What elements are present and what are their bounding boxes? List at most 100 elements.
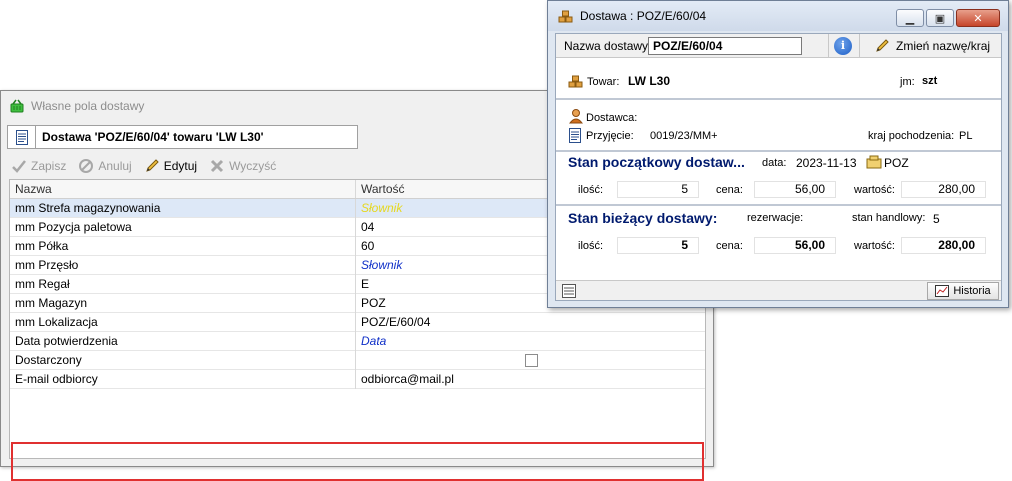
unit-label: jm: [900,76,915,88]
value-label: wartość: [854,240,895,252]
minimize-button[interactable]: ▁ [896,9,924,27]
window-title: Dostawa : POZ/E/60/04 [580,9,707,23]
minimize-icon: ▁ [905,12,915,25]
clear-button[interactable]: Wyczyść [209,158,276,174]
clear-x-icon [211,159,224,173]
divider [556,98,1001,100]
maximize-button[interactable]: ▣ [926,9,954,27]
row-name: mm Półka [10,236,356,256]
value-label: wartość: [854,184,895,196]
row-name: mm Regał [10,274,356,294]
initial-state-title: Stan początkowy dostaw... [568,154,745,170]
close-button[interactable]: ✕ [956,9,1000,27]
current-value-field: 280,00 [901,237,986,254]
initial-price-field: 56,00 [754,181,836,198]
close-icon: ✕ [973,12,983,25]
cancel-icon [79,159,94,173]
table-row[interactable]: mm Lokalizacja POZ/E/60/04 [10,312,705,332]
maximize-icon: ▣ [934,12,946,25]
delivery-titlebar: Dostawa : POZ/E/60/04 ▁ ▣ ✕ [548,1,1008,31]
window-footer: Historia [556,280,1001,300]
rename-button[interactable]: Zmień nazwę/kraj [874,38,990,54]
trade-stock-label: stan handlowy: [852,212,926,224]
chart-icon [935,285,950,297]
delivery-name-row: Nazwa dostawy: POZ/E/60/04 i Zmień nazwę… [556,34,1001,58]
row-name: Data potwierdzenia [10,331,356,351]
bricks-icon [558,10,573,23]
row-name: mm Przęsło [10,255,356,275]
product-value: LW L30 [628,74,671,88]
trade-stock-value: 5 [933,212,940,226]
delivery-header: Dostawa 'POZ/E/60/04' towaru 'LW L30' [7,125,358,149]
window-title: Własne pola dostawy [31,99,145,113]
current-price-field: 56,00 [754,237,836,254]
origin-country-label: kraj pochodzenia: [868,130,955,142]
price-label: cena: [716,240,743,252]
table-row[interactable]: E-mail odbiorcy odbiorca@mail.pl [10,369,705,389]
delivery-name-field[interactable]: POZ/E/60/04 [648,37,802,55]
check-icon [12,160,26,173]
divider [828,34,829,58]
row-name: mm Strefa magazynowania [10,198,356,218]
column-header-name[interactable]: Nazwa [10,180,356,198]
product-label: Towar: [587,76,620,88]
row-name: mm Magazyn [10,293,356,313]
row-value[interactable]: POZ/E/60/04 [356,313,705,332]
receipt-label: Przyjęcie: [586,130,634,142]
delivery-name-label: Nazwa dostawy: [564,39,652,53]
cancel-button[interactable]: Anuluj [78,158,132,174]
basket-icon [10,99,24,113]
divider [556,204,1001,206]
row-name: mm Pozycja paletowa [10,217,356,237]
save-button[interactable]: Zapisz [11,158,66,174]
date-label: data: [762,157,787,169]
price-label: cena: [716,184,743,196]
date-value[interactable]: 2023-11-13 [792,156,861,170]
cancel-label: Anuluj [98,159,132,173]
divider [859,34,860,58]
table-row[interactable]: Data potwierdzenia Data [10,331,705,351]
quantity-label: ilość: [578,184,604,196]
warehouse-icon [866,155,882,169]
supplier-label: Dostawca: [586,112,638,124]
window-controls: ▁ ▣ ✕ [896,9,1000,27]
origin-country-value: PL [959,130,973,142]
row-value[interactable]: odbiorca@mail.pl [356,370,705,389]
reservations-label: rezerwacje: [747,212,804,224]
warehouse-value: POZ [884,156,909,170]
highlight-box [11,442,704,481]
history-button[interactable]: Historia [927,282,999,300]
row-value-checkbox-cell [356,351,705,370]
quantity-label: ilość: [578,240,604,252]
table-row[interactable]: Dostarczony [10,350,705,370]
pencil-icon [876,39,889,52]
bricks-icon [568,75,583,88]
document-icon [569,128,581,143]
current-quantity-field: 5 [617,237,699,254]
delivery-header-text: Dostawa 'POZ/E/60/04' towaru 'LW L30' [42,130,264,144]
divider [556,150,1001,152]
unit-value: szt [922,75,938,87]
document-icon [8,126,36,148]
info-icon[interactable]: i [834,37,852,55]
delivery-window: Dostawa : POZ/E/60/04 ▁ ▣ ✕ Nazwa dostaw… [547,0,1009,308]
notes-icon[interactable] [562,284,576,298]
edit-button[interactable]: Edytuj [144,158,197,174]
history-label: Historia [953,285,991,297]
rename-label: Zmień nazwę/kraj [896,39,991,53]
row-name: E-mail odbiorcy [10,369,356,389]
delivered-checkbox[interactable] [525,353,538,367]
current-state-title: Stan bieżący dostawy: [568,210,718,226]
row-value[interactable]: Data [356,332,705,351]
pencil-icon [145,159,159,172]
clear-label: Wyczyść [229,159,277,173]
toolbar: Zapisz Anuluj Edytuj Wyczyść [11,155,276,177]
save-label: Zapisz [31,159,67,173]
initial-value-field: 280,00 [901,181,986,198]
initial-quantity-field: 5 [617,181,699,198]
person-icon [568,109,584,124]
row-name: Dostarczony [10,350,356,370]
delivery-body: Nazwa dostawy: POZ/E/60/04 i Zmień nazwę… [555,33,1002,301]
receipt-value[interactable]: 0019/23/MM+ [650,130,718,142]
edit-label: Edytuj [163,159,198,173]
